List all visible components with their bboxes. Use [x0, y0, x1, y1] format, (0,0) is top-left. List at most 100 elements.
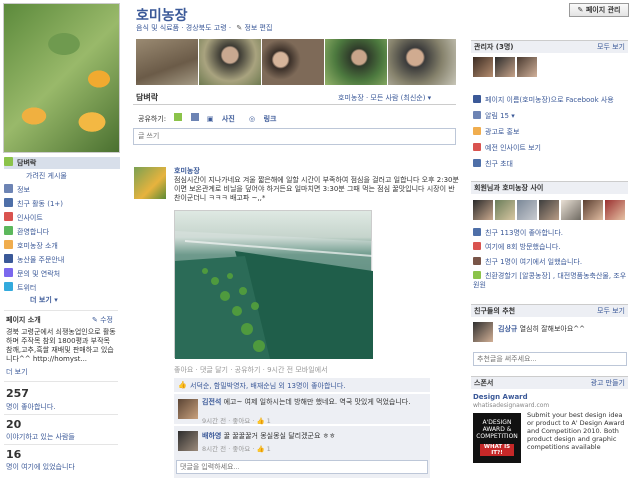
friend-avatar[interactable]: [495, 200, 515, 220]
share-bar: 공유하기: ▣ 사진 ◎ 링크: [138, 113, 288, 124]
work-icon: [473, 257, 481, 265]
thumbs-up-icon: 👍: [178, 381, 187, 389]
likes-text[interactable]: 서덕순, 함밀박영자, 배재순님 외 13명이 좋아합니다.: [190, 381, 346, 391]
checkin-icon: [473, 242, 481, 250]
nav-item-intro[interactable]: 호미농장 소개: [4, 240, 120, 252]
post-text: 점심시간이 지나가네요 겨울 짧은해에 일할 시간이 부족하여 점심을 걸러고 …: [174, 176, 459, 202]
comment: 김전석 에고~ 여제 일하시는데 방해만 했네요. 역국 맛있게 먹었습니다. …: [174, 394, 430, 425]
friend-avatar[interactable]: [605, 200, 625, 220]
edit-info-icon: ✎: [236, 24, 243, 32]
similar-pages[interactable]: 친환경할기 [알콩농장] , 대전명품농축산물, 조우 원원: [473, 271, 628, 290]
ad-title[interactable]: Design Award: [473, 393, 528, 401]
pencil-icon: ✎: [577, 6, 586, 14]
share-link-link[interactable]: ◎ 링크: [249, 115, 282, 123]
about-edit-link[interactable]: ✎ 수정: [92, 315, 113, 325]
share-photo-link[interactable]: ▣ 사진: [207, 115, 241, 123]
friend-avatar[interactable]: [517, 200, 537, 220]
admin-panel-button[interactable]: ✎ 페이지 관리: [569, 3, 629, 17]
comment-meta[interactable]: 9시간 전 · 좋아요 · 👍 1: [202, 415, 271, 425]
admin-avatars: [473, 57, 539, 79]
page-category-line: 음식 및 식료품 · 경상북도 고령 · ✎ 정보 편집: [136, 23, 272, 33]
old-insights-link[interactable]: 예전 인사이트 보기: [473, 143, 541, 153]
nav-item-hidden-posts[interactable]: 가려진 게시물: [4, 170, 120, 182]
contact-icon: [4, 268, 13, 277]
ad-domain: whatisadesignaward.com: [473, 402, 550, 409]
checkins-count: 16: [6, 448, 22, 461]
promote-icon: [473, 127, 481, 135]
comment-meta[interactable]: 8시간 전 · 좋아요 · 👍 1: [202, 443, 271, 453]
divider: [4, 414, 118, 415]
post-author[interactable]: 호미농장: [174, 166, 200, 176]
about-text: 경북 고령군에서 쇠쟁농업인으로 활동하며 주작목 참외 1800평과 부작목 …: [6, 328, 116, 363]
edit-info-link[interactable]: 정보 편집: [244, 24, 272, 32]
invite-icon: [473, 159, 481, 167]
left-column: 담벼락 가려진 게시물 정보 친구 활동 (1+) 인사이트 환영합니다 호미농…: [0, 0, 122, 481]
nav-item-contact[interactable]: 문의 및 연락처: [4, 268, 120, 280]
wall-post-input[interactable]: [133, 128, 456, 145]
suggest-header: 친구들의 추천 모두 보기: [471, 304, 628, 317]
order-icon: [4, 254, 13, 263]
friend-avatar[interactable]: [583, 200, 603, 220]
nav-item-info[interactable]: 정보: [4, 184, 120, 196]
profile-picture[interactable]: [3, 3, 120, 153]
promote-link[interactable]: 광고로 홍보: [473, 127, 519, 137]
notifications-link[interactable]: 알림 15 ▾: [473, 111, 515, 121]
about-more-link[interactable]: 더 보기: [6, 367, 28, 377]
post-author-avatar[interactable]: [134, 167, 166, 199]
similar-icon: [473, 271, 481, 279]
photo-strip-item[interactable]: [262, 39, 324, 85]
ad-text: Submit your best design idea or product …: [527, 411, 625, 451]
photo-strip-item[interactable]: [199, 39, 261, 85]
friend-avatar[interactable]: [539, 200, 559, 220]
page-category[interactable]: 음식 및 식료품 · 경상북도 고령 ·: [136, 24, 231, 32]
suggester-avatar[interactable]: [473, 322, 493, 342]
wall-tab[interactable]: 담벼락: [136, 92, 158, 103]
comment-input[interactable]: [176, 460, 428, 474]
admin-avatar[interactable]: [495, 57, 515, 77]
create-ad-link[interactable]: 광고 만들기: [591, 377, 625, 389]
post-photo[interactable]: [174, 210, 373, 359]
mutual-work[interactable]: 친구 1명이 여기에서 일했습니다.: [473, 257, 582, 267]
sponsor-header: 스폰서 광고 만들기: [471, 376, 628, 389]
nav-more[interactable]: 더 보기 ▾: [4, 294, 120, 306]
comment: 배하영 꿀 꿀꿀꿀거 몽실몽실 달리겠군요 ㅎㅎ 8시간 전 · 좋아요 · 👍…: [174, 426, 430, 456]
insights-icon: [4, 212, 13, 221]
photo-strip-item[interactable]: [388, 39, 456, 85]
likes-label[interactable]: 명이 좋아합니다.: [6, 402, 56, 412]
mutual-likes[interactable]: 친구 113명이 좋아합니다.: [473, 228, 563, 238]
welcome-icon: [4, 226, 13, 235]
admin-avatar[interactable]: [473, 57, 493, 77]
commenter-avatar[interactable]: [178, 431, 198, 451]
suggest-input[interactable]: [473, 352, 627, 366]
info-icon: [4, 184, 13, 193]
post-meta[interactable]: 좋아요 · 댓글 달기 · 공유하기 · 9시간 전 모바일에서: [174, 365, 328, 375]
use-as-page-link[interactable]: 페이지 이름(호미농장)으로 Facebook 사용: [473, 95, 614, 105]
wall-filter-dropdown[interactable]: 호미농장 · 모든 사람 (최신순) ▾: [338, 93, 431, 103]
status-icon[interactable]: [174, 113, 183, 121]
divider: [4, 381, 118, 382]
talking-label[interactable]: 이야기하고 있는 사람들: [6, 432, 75, 442]
likes-summary: 👍 서덕순, 함밀박영자, 배재순님 외 13명이 좋아합니다.: [174, 378, 430, 392]
nav-item-wall[interactable]: 담벼락: [4, 157, 120, 169]
photo-strip-item[interactable]: [325, 39, 387, 85]
commenter-avatar[interactable]: [178, 399, 198, 419]
nav-item-friend-activity[interactable]: 친구 활동 (1+): [4, 198, 120, 210]
checkins-label[interactable]: 명이 여기에 있었습니다: [6, 462, 75, 472]
friend-avatar[interactable]: [561, 200, 581, 220]
photo-strip-item[interactable]: [136, 39, 198, 85]
page-title[interactable]: 호미농장: [136, 5, 188, 25]
use-as-page-icon: [473, 95, 481, 103]
friend-avatar[interactable]: [473, 200, 493, 220]
divider: [4, 444, 118, 445]
invite-friends-link[interactable]: 친구 초대: [473, 159, 513, 169]
nav-item-order[interactable]: 농산물 주문안내: [4, 254, 120, 266]
note-icon[interactable]: [190, 113, 199, 121]
admin-avatar[interactable]: [517, 57, 537, 77]
nav-item-insights[interactable]: 인사이트: [4, 212, 120, 224]
ad-image[interactable]: A'DESIGN AWARD & COMPETITION WHAT IS IT?!: [473, 413, 521, 463]
admins-see-all[interactable]: 모두 보기: [597, 41, 625, 53]
mutual-visits[interactable]: 여기에 8회 방문했습니다.: [473, 242, 561, 252]
nav-item-twitter[interactable]: 트위터: [4, 282, 120, 294]
nav-item-welcome[interactable]: 환영합니다: [4, 226, 120, 238]
suggest-see-all[interactable]: 모두 보기: [597, 305, 625, 317]
